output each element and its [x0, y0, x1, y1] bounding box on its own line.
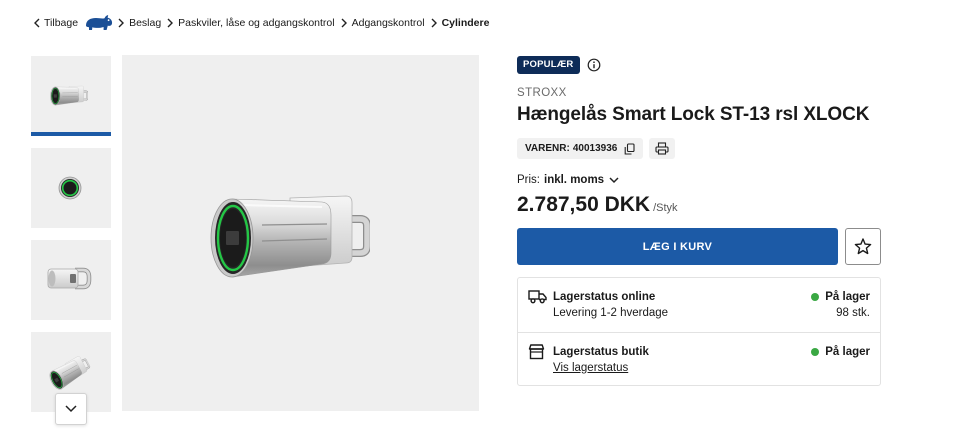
- wishlist-button[interactable]: [845, 228, 881, 265]
- star-icon: [854, 237, 872, 254]
- gallery-thumbnail[interactable]: [31, 56, 111, 136]
- printer-icon: [655, 142, 669, 155]
- info-icon: [587, 58, 600, 72]
- stock-store-text: Lagerstatus butik Vis lagerstatus: [553, 344, 649, 376]
- gallery-scroll-down-button[interactable]: [55, 393, 87, 425]
- gallery-thumbnail[interactable]: [31, 240, 111, 320]
- thumbnail-image: [45, 352, 94, 393]
- product-image: [210, 193, 370, 283]
- stock-store-status: På lager: [811, 344, 870, 360]
- add-to-cart-button[interactable]: LÆG I KURV: [517, 228, 838, 265]
- product-brand: STROXX: [517, 87, 567, 99]
- product-title: Hængelås Smart Lock ST-13 rsl XLOCK: [517, 104, 870, 125]
- chevron-down-icon: [609, 176, 619, 183]
- sku-label: VARENR:: [525, 143, 570, 154]
- stock-online-quantity: 98 stk.: [836, 307, 870, 319]
- chevron-right-icon: [118, 18, 125, 28]
- product-main-image[interactable]: [122, 55, 479, 411]
- stock-store-title: Lagerstatus butik: [553, 346, 649, 358]
- stock-online-title: Lagerstatus online: [553, 291, 656, 303]
- thumbnail-image: [50, 85, 88, 107]
- view-stock-link[interactable]: Vis lagerstatus: [553, 360, 649, 376]
- in-stock-dot-icon: [811, 293, 820, 301]
- badge-row: POPULÆR: [517, 56, 601, 74]
- stock-online-status: På lager 98 stk.: [811, 289, 870, 321]
- breadcrumb: Tilbage Beslag Paskviler, låse og adgang…: [34, 14, 489, 32]
- print-button[interactable]: [649, 138, 676, 159]
- stock-online-text: Lagerstatus online Levering 1-2 hverdage: [553, 289, 668, 321]
- truck-icon: [528, 290, 547, 304]
- in-stock-dot-icon: [811, 348, 820, 356]
- stock-store-status-label: På lager: [825, 346, 870, 358]
- chevron-right-icon: [341, 18, 347, 28]
- copy-sku-button[interactable]: VARENR: 40013936: [517, 138, 644, 159]
- price-mode-toggle[interactable]: Pris: inkl. moms: [517, 174, 619, 186]
- price-mode-value: inkl. moms: [544, 174, 605, 186]
- breadcrumb-item-adgangskontrol[interactable]: Adgangskontrol: [352, 17, 425, 29]
- breadcrumb-item-paskviler[interactable]: Paskviler, låse og adgangskontrol: [178, 17, 334, 29]
- sku-value: 40013936: [572, 143, 618, 154]
- stock-online-status-label: På lager: [825, 291, 870, 303]
- stock-status-panel: Lagerstatus online Levering 1-2 hverdage…: [517, 277, 881, 386]
- product-price: 2.787,50 DKK /Styk: [517, 193, 678, 217]
- chevron-right-icon: [431, 18, 437, 28]
- price-value: 2.787,50 DKK: [517, 193, 651, 216]
- thumbnail-image: [47, 267, 92, 290]
- breadcrumb-current: Cylindere: [441, 17, 490, 29]
- breadcrumb-item-beslag[interactable]: Beslag: [129, 17, 161, 29]
- chevron-right-icon: [167, 18, 174, 28]
- chevron-left-icon: [34, 18, 40, 28]
- gallery-thumbnail[interactable]: [31, 148, 111, 228]
- stock-online-detail: Levering 1-2 hverdage: [553, 307, 669, 319]
- brand-logo[interactable]: [85, 14, 113, 32]
- chevron-down-icon: [65, 405, 77, 413]
- store-icon: [528, 344, 545, 360]
- stock-row-store: Lagerstatus butik Vis lagerstatus På lag…: [518, 332, 880, 386]
- back-link[interactable]: Tilbage: [34, 17, 78, 29]
- stock-row-online: Lagerstatus online Levering 1-2 hverdage…: [518, 278, 880, 332]
- popular-badge: POPULÆR: [517, 56, 580, 74]
- info-button[interactable]: [587, 58, 601, 72]
- copy-icon: [624, 142, 635, 155]
- price-unit: /Styk: [653, 202, 678, 214]
- product-tools: VARENR: 40013936: [517, 138, 676, 159]
- thumbnail-image: [58, 176, 82, 200]
- price-mode-label: Pris:: [517, 174, 540, 186]
- back-label: Tilbage: [44, 17, 79, 29]
